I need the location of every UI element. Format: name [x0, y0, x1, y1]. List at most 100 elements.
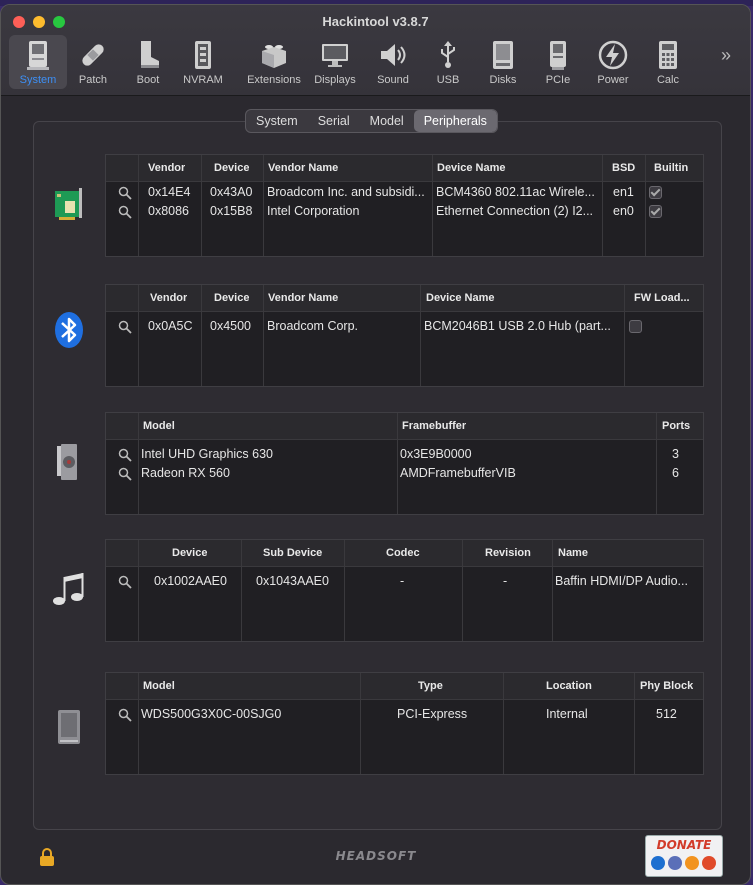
usb-icon — [441, 41, 455, 68]
column-header[interactable]: Location — [546, 673, 592, 699]
bsd-cell: en0 — [613, 204, 634, 218]
tab-serial[interactable]: Serial — [308, 110, 360, 132]
toolbar-usb[interactable]: USB — [419, 35, 477, 89]
graphics-table: Model Framebuffer Ports Intel UHD Graphi… — [105, 412, 704, 515]
phy-block-cell: 512 — [656, 707, 677, 721]
ethereum-icon — [668, 856, 682, 870]
column-header[interactable]: Model — [143, 413, 175, 439]
toolbar-label: Power — [597, 74, 629, 86]
column-header[interactable]: Phy Block — [640, 673, 693, 699]
column-header[interactable]: Builtin — [654, 155, 688, 181]
toolbar-overflow-chevron-icon[interactable]: » — [721, 45, 731, 66]
column-header[interactable]: Device — [172, 540, 207, 566]
toolbar-nvram[interactable]: NVRAM — [174, 35, 232, 89]
audio-table-header: Device Sub Device Codec Revision Name — [106, 540, 703, 567]
toolbar-displays[interactable]: Displays — [305, 35, 365, 89]
bluetooth-icon — [55, 312, 83, 348]
column-header[interactable]: Framebuffer — [402, 413, 466, 439]
graphics-table-header: Model Framebuffer Ports — [106, 413, 703, 440]
toolbar-calc[interactable]: Calc — [639, 35, 697, 89]
toolbar-boot[interactable]: Boot — [119, 35, 177, 89]
toolbar-pcie[interactable]: PCIe — [529, 35, 587, 89]
column-header[interactable]: Vendor — [150, 285, 187, 311]
name-cell: Baffin HDMI/DP Audio... — [555, 574, 688, 588]
donate-button[interactable]: DONATE — [645, 835, 723, 877]
music-notes-icon — [53, 573, 84, 605]
network-card-icon — [55, 188, 82, 220]
column-header[interactable]: Revision — [485, 540, 531, 566]
titlebar: Hackintool v3.8.7 System Patch Boot NVRA… — [1, 5, 750, 96]
boot-icon — [141, 41, 159, 68]
device-cell: 0x15B8 — [210, 204, 253, 218]
pcie-card-icon — [550, 41, 566, 70]
ports-cell: 6 — [672, 466, 679, 480]
column-header[interactable]: Ports — [662, 413, 690, 439]
framebuffer-cell: 0x3E9B0000 — [400, 447, 472, 461]
column-header[interactable]: Vendor Name — [268, 285, 338, 311]
calculator-icon — [659, 41, 677, 69]
column-header[interactable]: Vendor Name — [268, 155, 338, 181]
builtin-checkbox[interactable] — [649, 205, 662, 218]
device-cell: 0x1002AAE0 — [154, 574, 227, 588]
lock-icon[interactable] — [39, 848, 55, 866]
column-header[interactable]: Type — [418, 673, 443, 699]
column-header[interactable]: Device — [214, 285, 249, 311]
column-header[interactable]: Device Name — [426, 285, 495, 311]
magnifier-icon[interactable] — [118, 708, 132, 722]
toolbar-label: NVRAM — [183, 74, 223, 86]
codec-cell: - — [400, 574, 405, 588]
nvram-chip-icon — [195, 41, 211, 69]
network-table-header: Vendor Device Vendor Name Device Name BS… — [106, 155, 703, 182]
column-header[interactable]: Vendor — [148, 155, 185, 181]
magnifier-icon[interactable] — [118, 575, 132, 589]
location-cell: Internal — [546, 707, 588, 721]
column-header[interactable]: Name — [558, 540, 588, 566]
column-header[interactable]: BSD — [612, 155, 635, 181]
toolbar-label: Displays — [314, 74, 356, 86]
tab-system[interactable]: System — [246, 110, 308, 132]
magnifier-icon[interactable] — [118, 320, 132, 334]
storage-table: Model Type Location Phy Block WDS500G3X0… — [105, 672, 704, 775]
device-cell: 0x4500 — [210, 319, 252, 333]
magnifier-icon[interactable] — [118, 186, 132, 200]
column-header[interactable]: Device Name — [437, 155, 506, 181]
device-cell: 0x43A0 — [210, 185, 253, 199]
system-icon — [27, 41, 49, 70]
toolbar-label: PCIe — [545, 74, 571, 86]
column-header[interactable]: Device — [214, 155, 249, 181]
ports-cell: 3 — [672, 447, 679, 461]
headsoft-logo: HEADSOFT — [335, 849, 417, 863]
model-cell: WDS500G3X0C-00SJG0 — [141, 707, 282, 721]
toolbar-disks[interactable]: Disks — [474, 35, 532, 89]
storage-table-header: Model Type Location Phy Block — [106, 673, 703, 700]
tab-peripherals[interactable]: Peripherals — [413, 110, 497, 132]
toolbar-patch[interactable]: Patch — [64, 35, 122, 89]
column-header[interactable]: Sub Device — [263, 540, 322, 566]
toolbar-power[interactable]: Power — [584, 35, 642, 89]
toolbar-label: Boot — [136, 74, 160, 86]
magnifier-icon[interactable] — [118, 205, 132, 219]
toolbar-extensions[interactable]: Extensions — [238, 35, 310, 89]
toolbar-label: Disks — [489, 74, 517, 86]
column-header[interactable]: Model — [143, 673, 175, 699]
magnifier-icon[interactable] — [118, 467, 132, 481]
toolbar-system[interactable]: System — [9, 35, 67, 89]
device-name-cell: Ethernet Connection (2) I2... — [436, 204, 594, 218]
patreon-icon — [702, 856, 716, 870]
tab-model[interactable]: Model — [360, 110, 414, 132]
magnifier-icon[interactable] — [118, 448, 132, 462]
bluetooth-table: Vendor Device Vendor Name Device Name FW… — [105, 284, 704, 387]
audio-table: Device Sub Device Codec Revision Name 0x… — [105, 539, 704, 642]
toolbar-label: USB — [436, 74, 460, 86]
bitcoin-icon — [685, 856, 699, 870]
fw-loaded-checkbox[interactable] — [629, 320, 642, 333]
vendor-name-cell: Broadcom Corp. — [267, 319, 359, 333]
toolbar-sound[interactable]: Sound — [364, 35, 422, 89]
graphics-card-icon — [57, 444, 77, 480]
toolbar-label: Extensions — [247, 74, 301, 86]
column-header[interactable]: Codec — [386, 540, 420, 566]
column-header[interactable]: FW Load... — [634, 285, 700, 311]
bluetooth-table-header: Vendor Device Vendor Name Device Name FW… — [106, 285, 703, 312]
builtin-checkbox[interactable] — [649, 186, 662, 199]
type-cell: PCI-Express — [397, 707, 468, 721]
